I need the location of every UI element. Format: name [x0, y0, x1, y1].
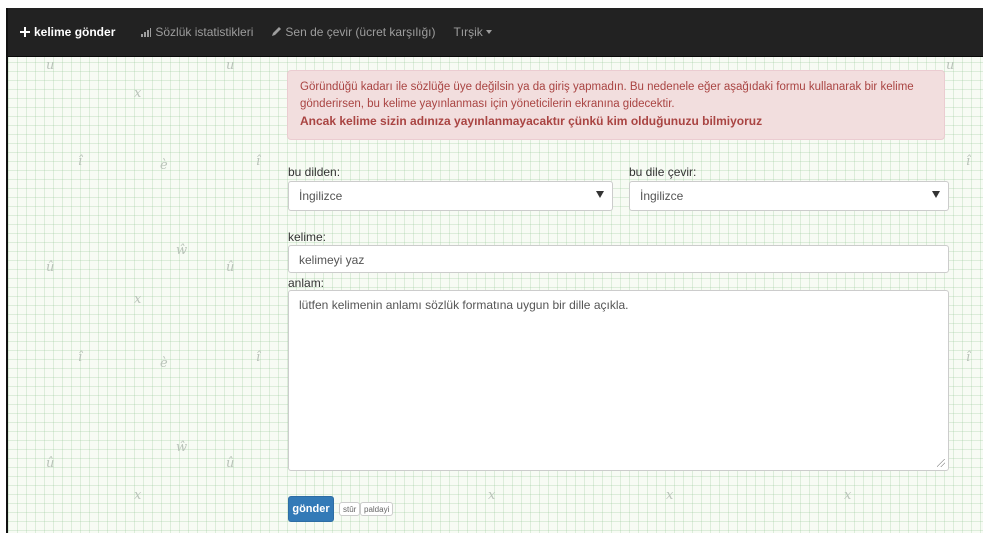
nav-translate[interactable]: Sen de çevir (ücret karşılığı)	[262, 8, 444, 56]
background-glyph: û	[226, 260, 235, 275]
resize-handle-icon[interactable]	[937, 459, 945, 467]
background-glyph: u	[946, 58, 955, 73]
background-glyph: û	[226, 456, 235, 471]
background-glyph: x	[134, 488, 142, 503]
target-language-select[interactable]: İngilizce	[629, 181, 949, 211]
nav-dropdown-label: Tırşik	[453, 25, 483, 39]
background-glyph: î	[966, 154, 971, 169]
special-char-button-label: stûr	[343, 504, 357, 514]
background-glyph: x	[488, 488, 496, 503]
plus-icon	[20, 27, 30, 37]
background-glyph: u	[46, 58, 55, 73]
background-glyph: x	[666, 488, 674, 503]
background-glyph: ŵ	[176, 243, 188, 258]
background-glyph: î	[78, 350, 83, 365]
source-language-value: İngilizce	[299, 189, 343, 203]
background-glyph: î	[78, 154, 83, 169]
alert-warning: Ancak kelime sizin adınıza yayınlanmayac…	[300, 114, 763, 128]
background-glyph: ŵ	[176, 440, 188, 455]
alert-message: Göründüğü kadarı ile sözlüğe üye değilsi…	[300, 81, 914, 110]
special-char-button[interactable]: stûr	[339, 502, 361, 516]
dropdown-arrow-icon	[596, 191, 604, 198]
background-glyph: û	[46, 260, 55, 275]
background-glyph: è	[160, 158, 168, 173]
background-glyph: x	[134, 86, 142, 101]
nav-statistics[interactable]: Sözlük istatistikleri	[132, 8, 262, 56]
caret-down-icon	[485, 30, 492, 34]
submit-button-label: gönder	[292, 503, 330, 515]
nav-translate-label: Sen de çevir (ücret karşılığı)	[285, 25, 436, 39]
source-language-select[interactable]: İngilizce	[288, 181, 613, 211]
nav-dropdown[interactable]: Tırşik	[444, 8, 500, 56]
dropdown-arrow-icon	[932, 191, 940, 198]
nav-submit-word-label: kelime gönder	[34, 25, 116, 39]
word-placeholder: kelimeyi yaz	[299, 253, 365, 267]
background-glyph: x	[134, 292, 142, 307]
top-navbar: kelime gönder Sözlük istatistikleri Sen …	[8, 8, 983, 57]
background-glyph: è	[160, 356, 168, 371]
background-glyph: î	[256, 154, 261, 169]
special-char-button-label: paldayi	[364, 504, 390, 514]
background-glyph: û	[46, 456, 55, 471]
background-glyph: x	[844, 488, 852, 503]
not-logged-in-alert: Göründüğü kadarı ile sözlüğe üye değilsi…	[287, 70, 945, 140]
nav-statistics-label: Sözlük istatistikleri	[155, 25, 254, 39]
nav-submit-word[interactable]: kelime gönder	[8, 8, 124, 56]
target-language-label: bu dile çevir:	[629, 165, 697, 179]
signal-bars-icon	[141, 27, 152, 37]
meaning-textarea[interactable]: lütfen kelimenin anlamı sözlük formatına…	[288, 290, 949, 471]
background-glyph: î	[256, 350, 261, 365]
submit-button[interactable]: gönder	[288, 496, 334, 522]
meaning-placeholder: lütfen kelimenin anlamı sözlük formatına…	[299, 298, 629, 312]
source-language-label: bu dilden:	[288, 165, 341, 179]
target-language-value: İngilizce	[640, 189, 684, 203]
background-glyph: î	[966, 350, 971, 365]
meaning-label: anlam:	[288, 276, 325, 290]
word-label: kelime:	[288, 230, 327, 244]
word-input[interactable]: kelimeyi yaz	[288, 245, 949, 273]
page-frame: kelime gönder Sözlük istatistikleri Sen …	[6, 8, 983, 533]
pencil-icon	[271, 27, 282, 37]
background-glyph: u	[226, 58, 235, 73]
special-char-button[interactable]: paldayi	[360, 502, 394, 516]
